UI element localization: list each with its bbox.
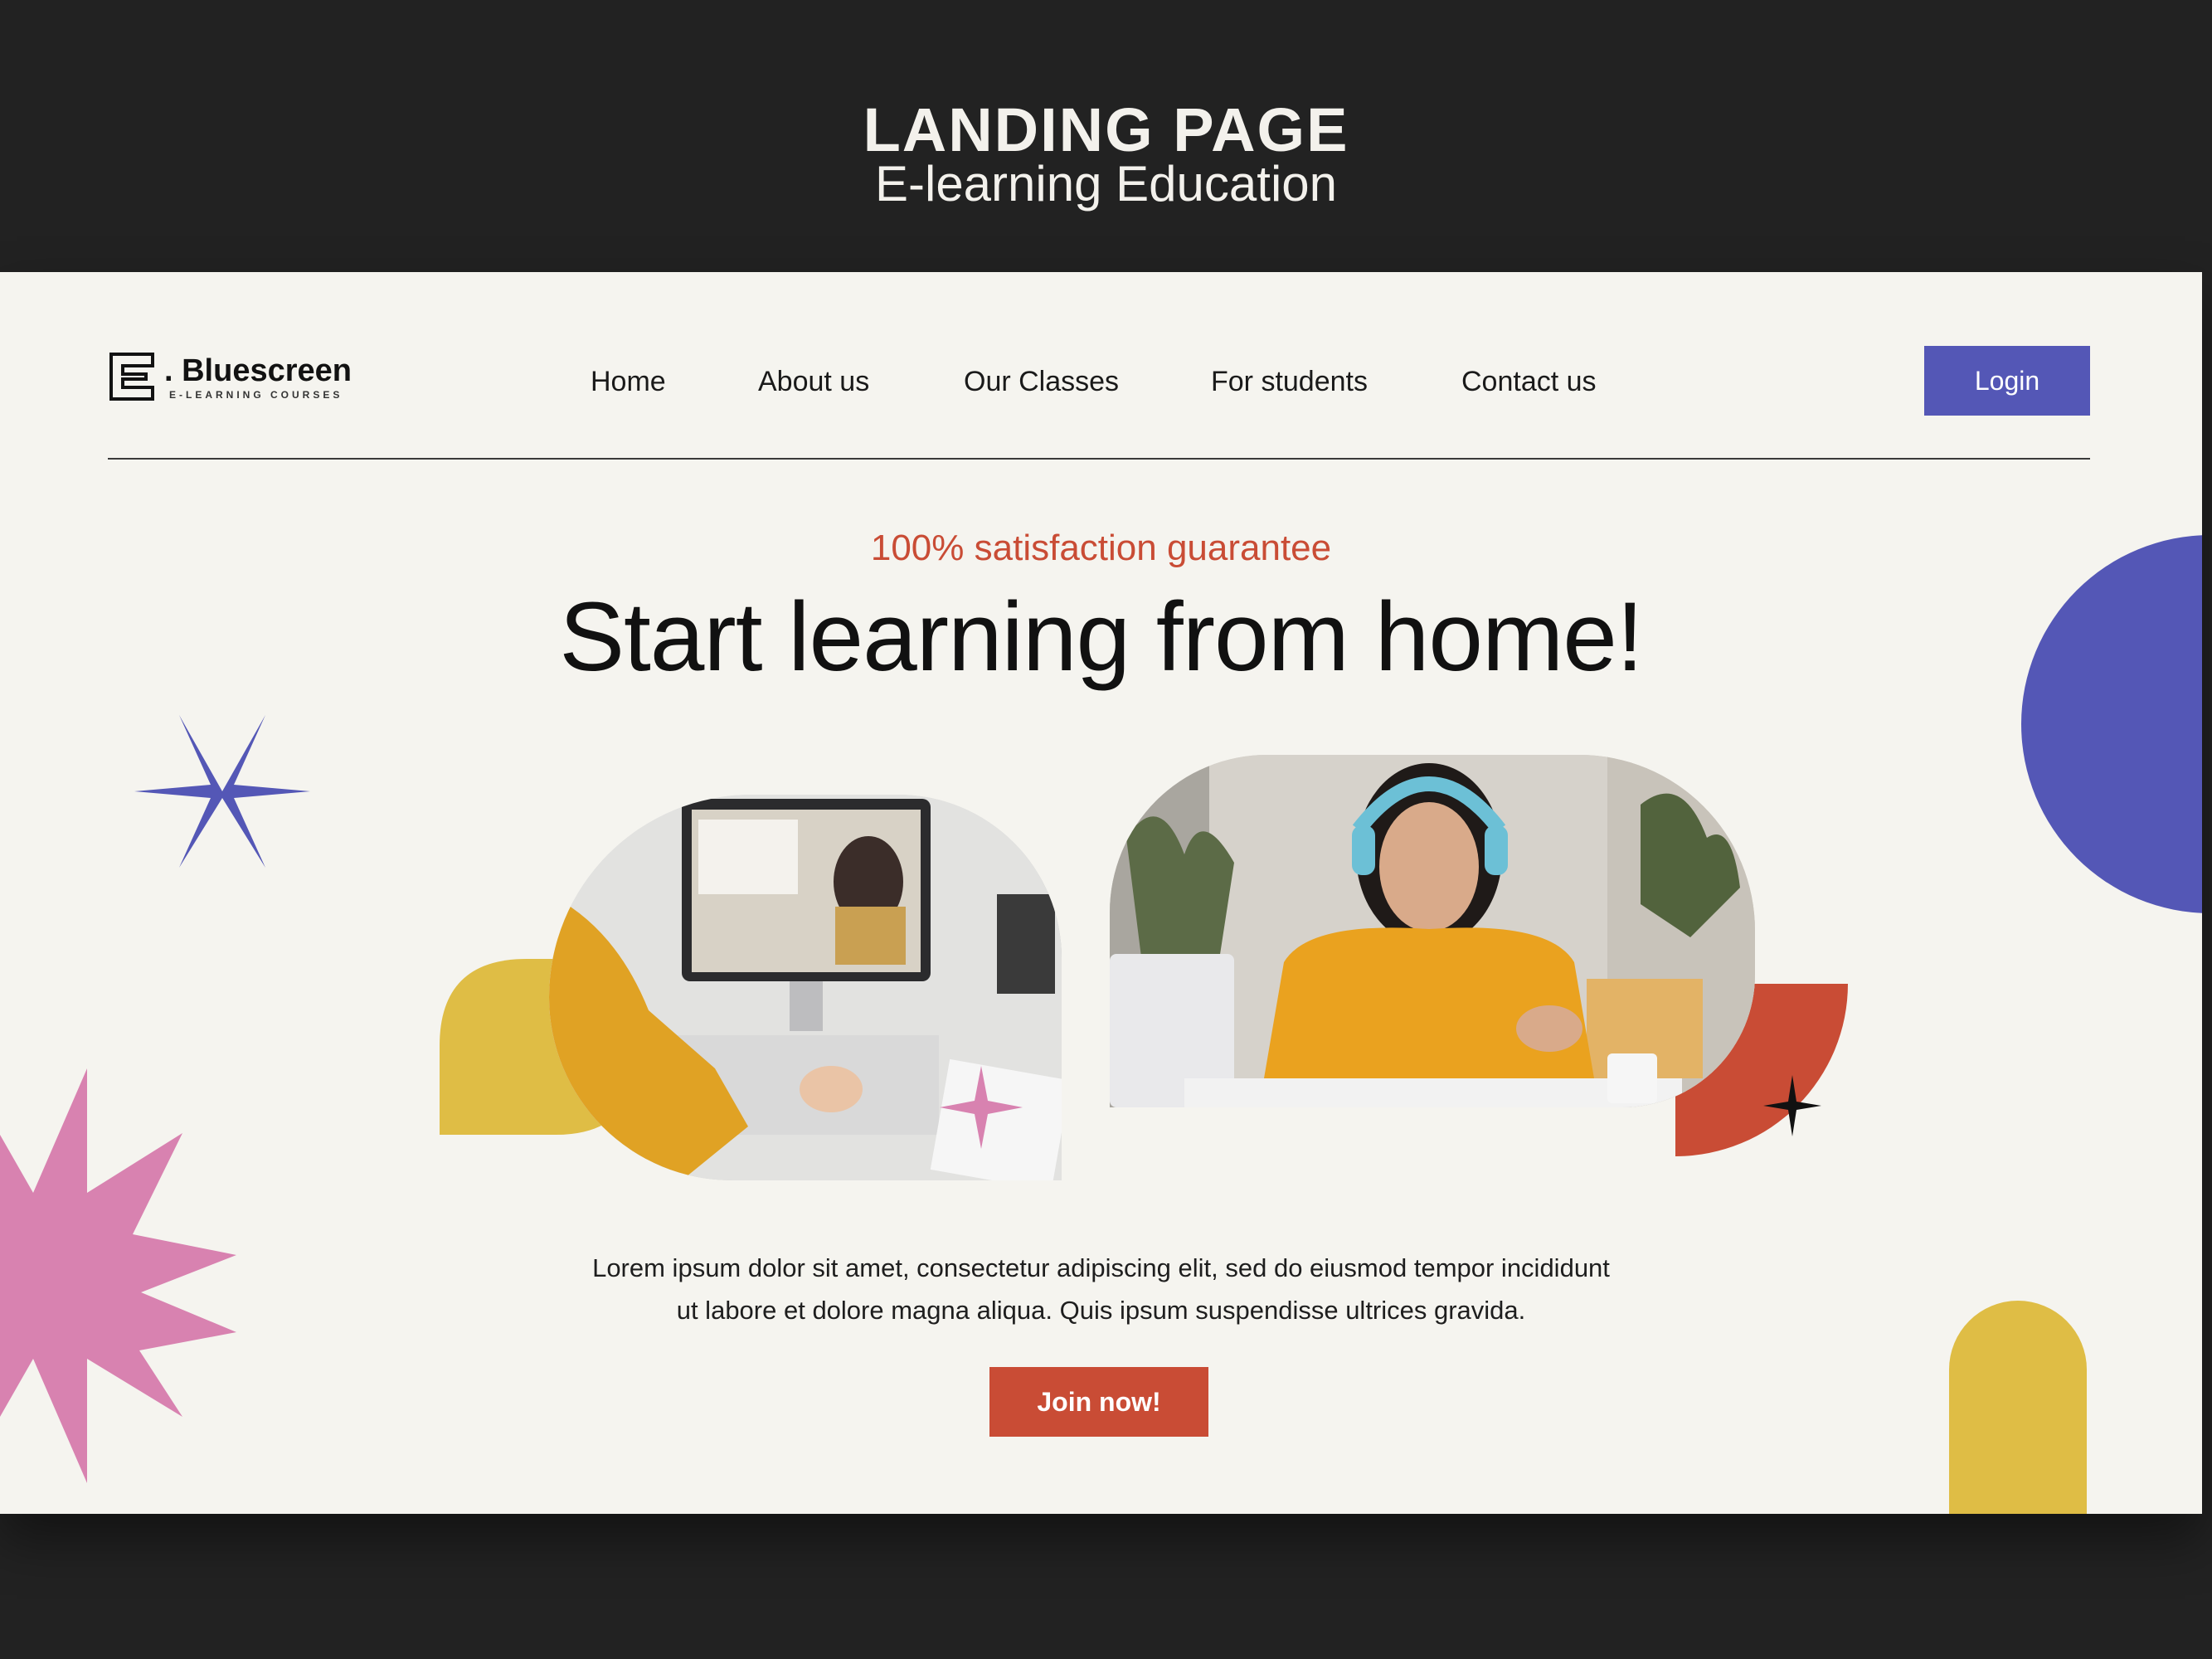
nav-for-students[interactable]: For students <box>1211 363 1368 400</box>
nav-contact-us[interactable]: Contact us <box>1461 363 1597 400</box>
logo-e-icon <box>109 353 154 401</box>
black-sparkle-shape <box>1763 1075 1821 1136</box>
logo-tagline: E-LEARNING COURSES <box>169 389 343 401</box>
brand-logo[interactable]: . Bluescreen E-LEARNING COURSES <box>108 351 365 409</box>
join-now-button[interactable]: Join now! <box>989 1367 1208 1437</box>
hero-description-line-2: ut labore et dolore magna aliqua. Quis i… <box>676 1296 1526 1325</box>
hero-description-line-1: Lorem ipsum dolor sit amet, consectetur … <box>592 1253 1610 1282</box>
hero-headline: Start learning from home! <box>559 582 1643 692</box>
logo-name: . Bluescreen <box>164 353 352 388</box>
yellow-pill-shape <box>1949 1301 2087 1514</box>
nav-about-us[interactable]: About us <box>758 363 869 400</box>
hero-description: Lorem ipsum dolor sit amet, consectetur … <box>464 1247 1738 1331</box>
photo-student-headphones-illustration <box>1110 755 1755 1107</box>
presentation-banner: LANDING PAGE E-learning Education <box>0 0 2212 272</box>
nav-home[interactable]: Home <box>591 363 666 400</box>
landing-page: . Bluescreen E-LEARNING COURSES Home Abo… <box>0 272 2202 1514</box>
header-divider <box>108 458 2090 460</box>
banner-subtitle: E-learning Education <box>874 156 1338 212</box>
blue-star-shape <box>134 715 310 868</box>
photo-student-headphones <box>1110 755 1755 1107</box>
satisfaction-tagline: 100% satisfaction guarantee <box>870 528 1332 568</box>
pink-sparkle-shape <box>940 1066 1023 1149</box>
nav-our-classes[interactable]: Our Classes <box>964 363 1119 400</box>
login-button[interactable]: Login <box>1924 346 2090 416</box>
pink-burst-shape <box>0 1068 236 1483</box>
